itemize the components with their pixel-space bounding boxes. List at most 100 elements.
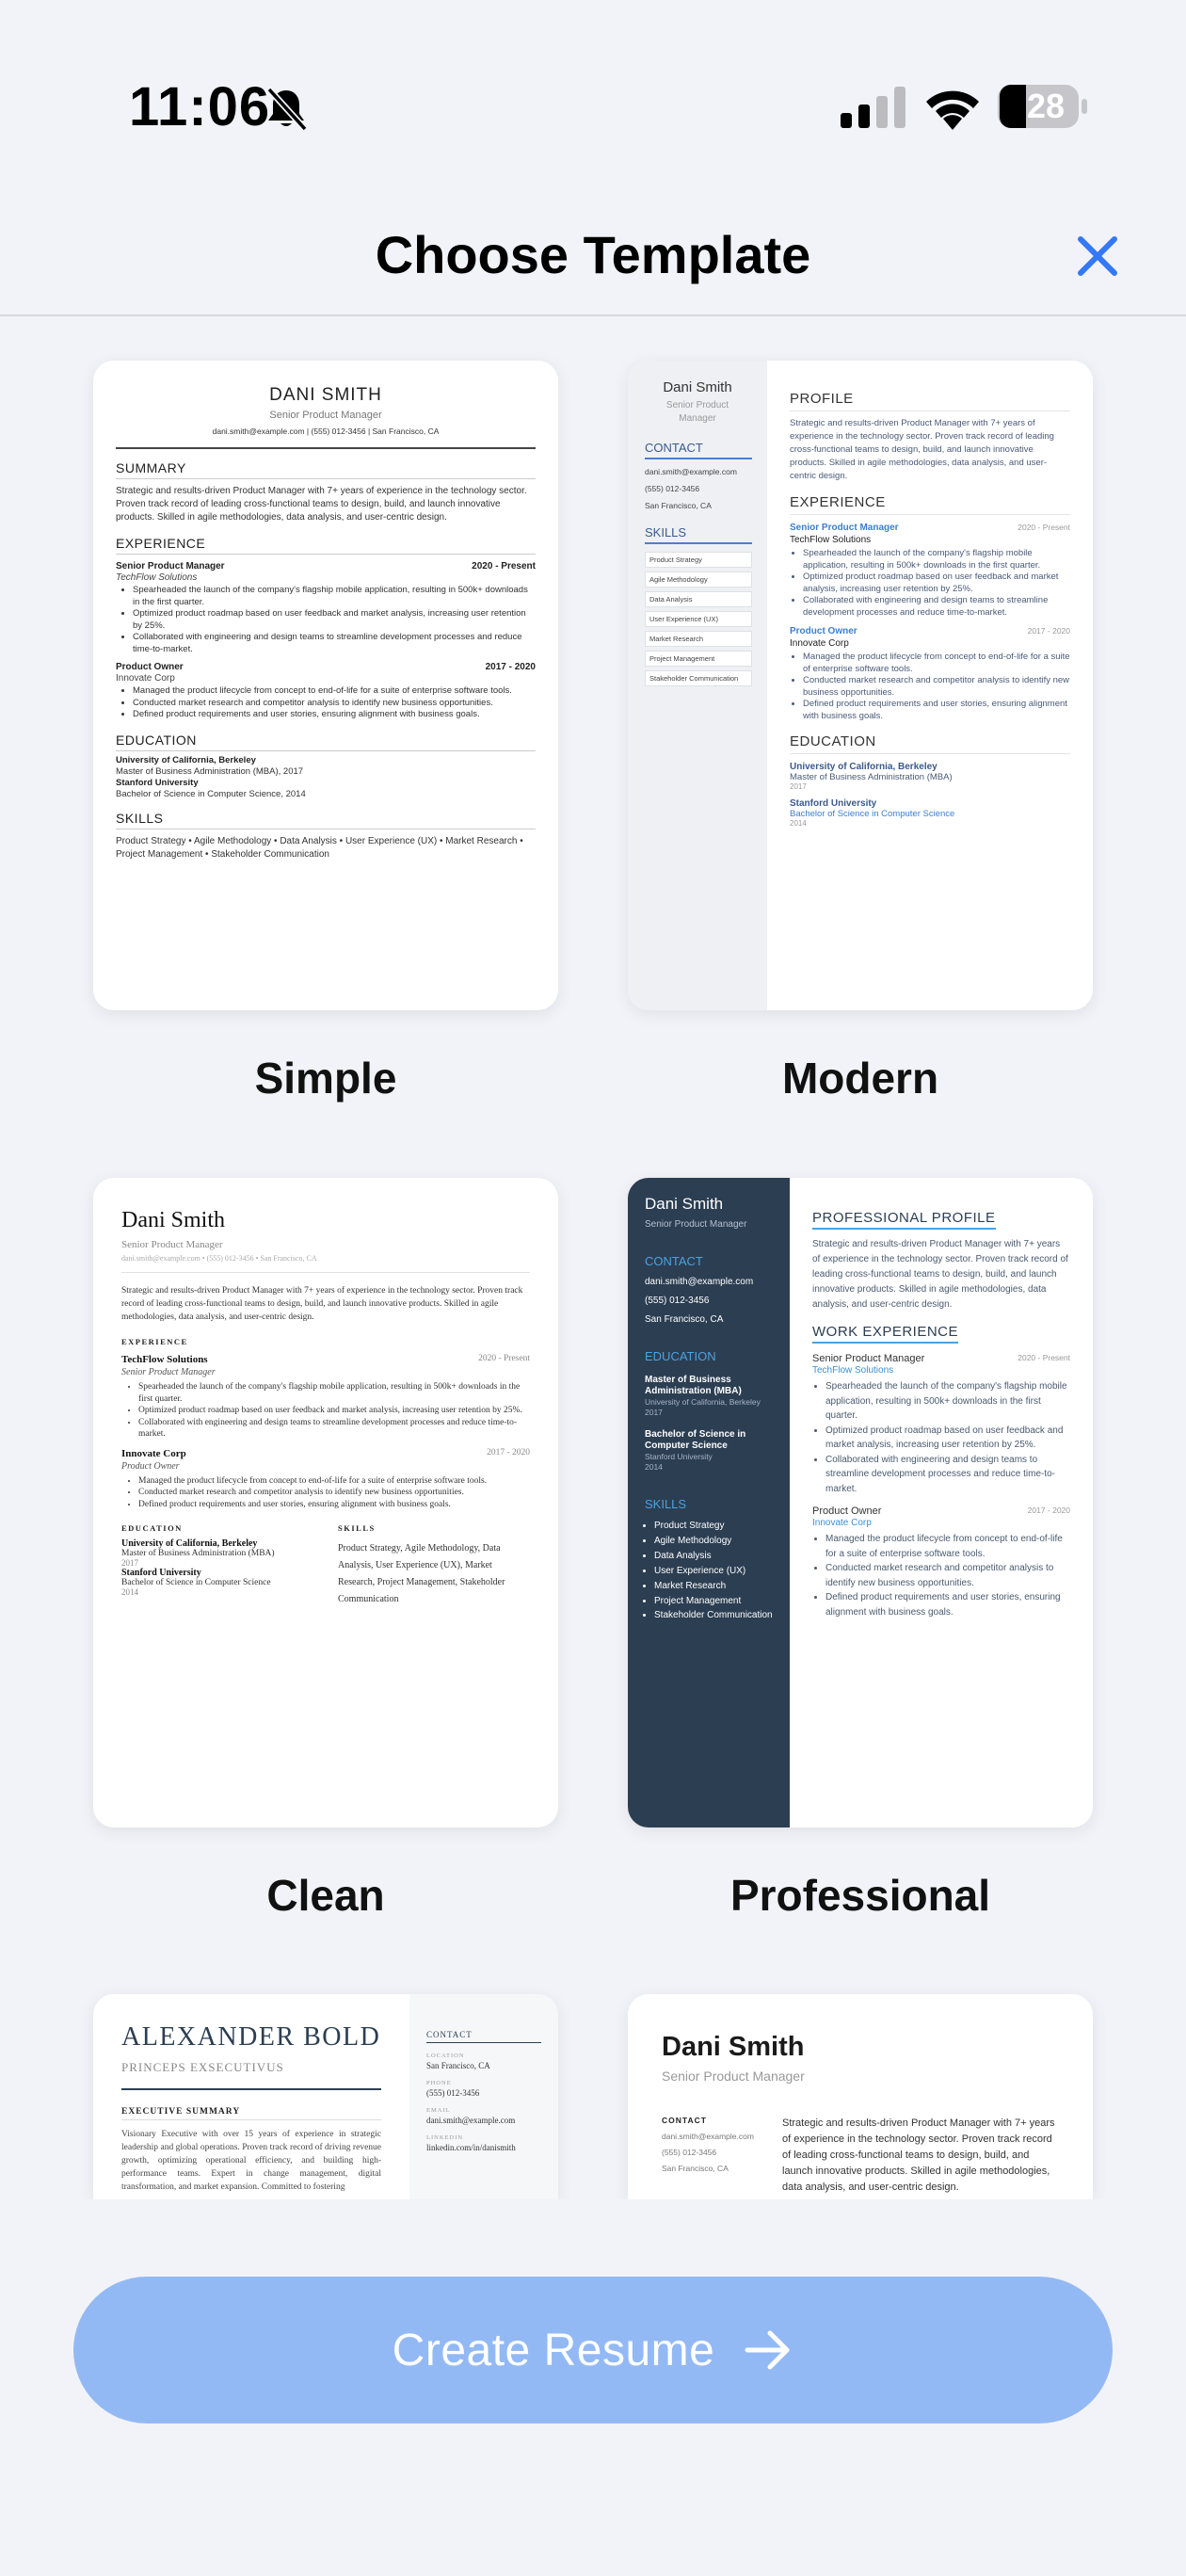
job-bullets: Managed the product lifecycle from conce… (803, 652, 1070, 722)
template-label-modern[interactable]: Modern (628, 1053, 1093, 1103)
summary-text: Strategic and results-driven Product Man… (782, 2117, 1055, 2193)
skill-tag: Product Strategy (645, 552, 752, 568)
job-bullet: Collaborated with engineering and design… (803, 595, 1070, 619)
job-bullet: Optimized product roadmap based on user … (825, 1424, 1070, 1453)
skill-tag: Market Research (645, 631, 752, 647)
section-heading: SKILLS (645, 525, 752, 544)
close-icon[interactable] (1071, 230, 1124, 282)
template-card-modern[interactable]: Dani Smith Senior Product Manager CONTAC… (628, 361, 1093, 1010)
job-title: Product Owner (812, 1505, 882, 1517)
section-heading: EXPERIENCE (121, 1337, 188, 1346)
resume-sidebar: Dani Smith Senior Product Manager CONTAC… (628, 361, 767, 1010)
skill-item: User Experience (UX) (654, 1564, 775, 1579)
template-label-professional[interactable]: Professional (628, 1870, 1093, 1921)
resume-name: DANI SMITH (269, 385, 382, 405)
edu-year: 2017 (790, 782, 807, 791)
job-header: Senior Product Manager 2020 - Present (116, 561, 536, 572)
bell-slash-icon (266, 87, 308, 132)
resume-name: Dani Smith (121, 1208, 226, 1232)
resume-role: Senior Product Manager (662, 2069, 805, 2084)
skill-item: Data Analysis (654, 1549, 775, 1564)
section-heading: EXPERIENCE (116, 536, 536, 555)
edu-school: University of California, Berkeley (645, 1397, 761, 1407)
template-card-simple[interactable]: DANI SMITH Senior Product Manager dani.s… (93, 361, 558, 1010)
summary-text: Visionary Executive with over 15 years o… (121, 2130, 381, 2192)
job-dates: 2020 - Present (1018, 1353, 1070, 1362)
job-title: Product Owner (116, 662, 184, 672)
job-bullet: Defined product requirements and user st… (138, 1499, 530, 1511)
template-label-simple[interactable]: Simple (93, 1053, 558, 1103)
edu-year: 2014 (790, 819, 807, 828)
job-company: TechFlow Solutions (121, 1354, 208, 1365)
skill-item: Stakeholder Communication (654, 1609, 775, 1621)
job-bullets: Spearheaded the launch of the company's … (133, 585, 536, 655)
job-bullet: Conducted market research and competitor… (138, 1487, 530, 1499)
job-company: Innovate Corp (121, 1447, 186, 1459)
resume-main: PROFILE Strategic and results-driven Pro… (767, 361, 1093, 1010)
skills-text: Product Strategy, Agile Methodology, Dat… (338, 1543, 505, 1604)
divider (116, 447, 536, 449)
skill-item: Project Management (654, 1594, 775, 1609)
edu-school: Stanford University (121, 1568, 201, 1578)
job-header: Product Owner 2017 - 2020 (812, 1505, 1070, 1517)
job-title: Senior Product Manager (812, 1353, 925, 1364)
edu-school: Stanford University (790, 798, 877, 809)
job-header: Innovate Corp 2017 - 2020 (121, 1448, 530, 1459)
edu-year: 2014 (645, 1462, 663, 1472)
contact-phone: (555) 012-3456 (662, 2148, 717, 2157)
job-title: Senior Product Manager (121, 1367, 216, 1377)
status-time: 11:06 (129, 76, 271, 137)
job-bullet: Collaborated with engineering and design… (133, 632, 536, 655)
template-card-professional[interactable]: Dani Smith Senior Product Manager CONTAC… (628, 1178, 1093, 1827)
summary-text: Strategic and results-driven Product Man… (116, 486, 527, 523)
edu-skills-columns: EDUCATION University of California, Berk… (121, 1510, 530, 1608)
contact-phone: (555) 012-3456 (645, 484, 700, 493)
profile-text: Strategic and results-driven Product Man… (812, 1239, 1068, 1310)
template-card-clean[interactable]: Dani Smith Senior Product Manager dani.s… (93, 1178, 558, 1827)
job-bullet: Defined product requirements and user st… (825, 1590, 1070, 1619)
job-bullet: Managed the product lifecycle from conce… (803, 652, 1070, 675)
resume-name: Dani Smith (663, 379, 732, 395)
job-dates: 2020 - Present (472, 561, 536, 572)
battery-icon: 28 (998, 83, 1088, 130)
contact-email: dani.smith@example.com (645, 1277, 754, 1287)
job-bullet: Managed the product lifecycle from conce… (825, 1532, 1070, 1561)
job-title: Product Owner (121, 1460, 180, 1472)
contact-location: San Francisco, CA (426, 2061, 490, 2070)
job-bullets: Managed the product lifecycle from conce… (825, 1532, 1070, 1619)
edu-school: Stanford University (116, 777, 199, 788)
skill-tag: Data Analysis (645, 591, 752, 607)
job-bullet: Optimized product roadmap based on user … (803, 572, 1070, 595)
create-resume-button[interactable]: Create Resume (73, 2277, 1113, 2423)
job-title: Product Owner (790, 626, 857, 636)
job-header: Product Owner 2017 - 2020 (790, 626, 1070, 636)
contact-linkedin: linkedin.com/in/danismith (426, 2143, 516, 2152)
skill-tag: Project Management (645, 651, 752, 667)
job-company: Innovate Corp (812, 1518, 872, 1528)
job-dates: 2020 - Present (1018, 523, 1070, 532)
contact-email: dani.smith@example.com (426, 2116, 516, 2125)
job-company: TechFlow Solutions (116, 572, 198, 583)
skills-column: SKILLS Product Strategy, Agile Methodolo… (338, 1510, 530, 1608)
resume-role: Senior Product Manager (665, 400, 729, 424)
job-dates: 2017 - 2020 (485, 662, 536, 672)
edu-school: University of California, Berkeley (116, 754, 256, 765)
template-card-bold[interactable]: Dani Smith Senior Product Manager CONTAC… (628, 1994, 1093, 2199)
create-resume-label: Create Resume (392, 2325, 715, 2375)
edu-degree: Bachelor of Science in Computer Science (645, 1429, 746, 1451)
template-card-executive[interactable]: ALEXANDER BOLD PRINCEPS EXSECUTIVUS EXEC… (93, 1994, 558, 2199)
job-header: TechFlow Solutions 2020 - Present (121, 1354, 530, 1365)
resume-role: PRINCEPS EXSECUTIVUS (121, 2060, 284, 2074)
edu-year: 2017 (121, 1558, 138, 1568)
resume-sidebar: CONTACT LOCATION San Francisco, CA PHONE… (409, 1994, 558, 2199)
job-bullet: Conducted market research and competitor… (803, 675, 1070, 699)
section-heading: EDUCATION (116, 733, 536, 751)
education-column: EDUCATION University of California, Berk… (121, 1510, 313, 1608)
contact-label: LOCATION (426, 2053, 465, 2059)
edu-degree: Master of Business Administration (MBA),… (116, 765, 304, 777)
job-bullet: Spearheaded the launch of the company's … (803, 548, 1070, 572)
edu-year: 2017 (645, 1408, 663, 1417)
resume-contact: dani.smith@example.com | (555) 012-3456 … (212, 427, 440, 436)
template-label-clean[interactable]: Clean (93, 1870, 558, 1921)
section-heading: CONTACT (662, 2116, 707, 2125)
